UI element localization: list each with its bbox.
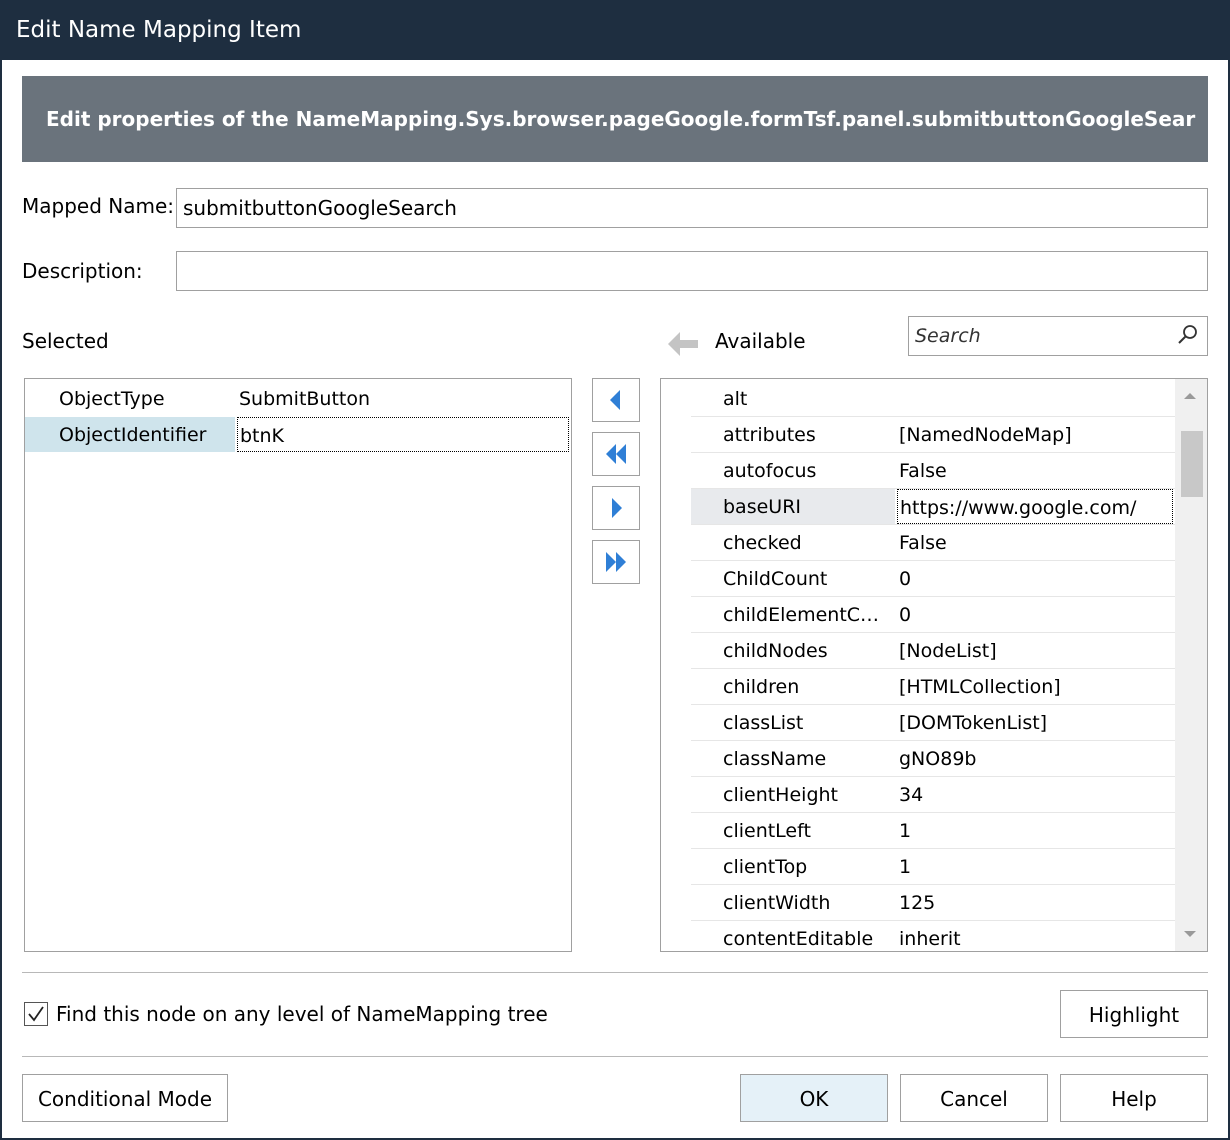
scroll-down-icon[interactable] [1184,931,1196,937]
double-triangle-left-icon [606,444,626,464]
property-name: checked [723,532,802,554]
property-name: attributes [723,424,816,446]
property-value: [NamedNodeMap] [899,424,1072,446]
checkmark-icon [28,1006,44,1022]
table-row[interactable]: clientTop 1 [661,849,1175,885]
property-name: clientWidth [723,892,831,914]
scroll-up-icon[interactable] [1184,393,1196,399]
table-row[interactable]: ObjectIdentifier btnK [25,417,571,453]
property-value: [NodeList] [899,640,997,662]
properties-banner: Edit properties of the NameMapping.Sys.b… [22,76,1208,162]
table-row[interactable]: ObjectType SubmitButton [25,381,571,417]
property-value: 0 [899,568,912,590]
property-value: [HTMLCollection] [899,676,1061,698]
property-value: 1 [899,856,912,878]
mapped-name-label-text: Mapped Name: [22,194,175,218]
property-value [897,381,1173,416]
property-name: alt [723,388,748,410]
move-all-right-button[interactable] [592,540,640,584]
available-label: Available [715,329,806,353]
help-button[interactable]: Help [1060,1074,1208,1122]
table-row[interactable]: clientLeft 1 [661,813,1175,849]
find-any-level-checkbox[interactable] [24,1002,48,1026]
property-name: className [723,748,827,770]
highlight-button[interactable]: Highlight [1060,990,1208,1038]
table-row[interactable]: contentEditable inherit [661,921,1175,951]
mapped-name-input[interactable] [176,188,1208,228]
property-name: ObjectIdentifier [25,417,235,452]
vertical-scrollbar[interactable] [1175,379,1207,951]
table-row[interactable]: className gNO89b [661,741,1175,777]
title-bar: Edit Name Mapping Item [0,0,1230,60]
table-row[interactable]: childNodes [NodeList] [661,633,1175,669]
table-row[interactable]: autofocus False [661,453,1175,489]
search-box [908,316,1208,356]
property-value: False [899,460,947,482]
table-row[interactable]: children [HTMLCollection] [661,669,1175,705]
property-value: SubmitButton [239,388,371,410]
move-left-button[interactable] [592,378,640,422]
description-label: Description: [22,259,143,283]
cancel-button[interactable]: Cancel [900,1074,1048,1122]
available-properties-grid: alt attributes [NamedNodeMap] autofocus Fals… [660,378,1208,952]
property-value: 125 [899,892,936,914]
property-value: 1 [899,820,912,842]
property-name: clientHeight [723,784,838,806]
triangle-left-icon [610,390,620,410]
table-row[interactable]: alt [661,381,1175,417]
property-value[interactable]: https://www.google.com/ [897,489,1173,524]
mapped-name-label: Mapped Name: [22,194,174,218]
property-name: ObjectType [59,388,165,410]
move-right-button[interactable] [592,486,640,530]
property-name: classList [723,712,804,734]
property-name: children [723,676,800,698]
separator [22,1056,1208,1057]
scrollbar-thumb[interactable] [1181,431,1203,497]
selected-properties-grid: ObjectType SubmitButton ObjectIdentifier… [24,378,572,952]
property-value: 34 [899,784,924,806]
triangle-right-icon [612,498,622,518]
property-value: False [899,532,947,554]
find-any-level-label[interactable]: Find this node on any level of NameMappi… [56,1002,548,1026]
table-row[interactable]: attributes [NamedNodeMap] [661,417,1175,453]
property-name: clientTop [723,856,808,878]
property-name: autofocus [723,460,817,482]
move-all-left-button[interactable] [592,432,640,476]
description-input[interactable] [176,251,1208,291]
search-input[interactable] [909,317,1159,355]
table-row[interactable]: childElementC… 0 [661,597,1175,633]
property-value: inherit [899,928,961,950]
property-name: childElementC… [723,604,880,626]
property-value: 0 [899,604,912,626]
edit-name-mapping-dialog: Edit Name Mapping Item Edit properties o… [0,0,1230,1140]
table-row[interactable]: ChildCount 0 [661,561,1175,597]
property-name: baseURI [691,489,895,524]
property-value: gNO89b [899,748,977,770]
property-value: [DOMTokenList] [899,712,1048,734]
table-row[interactable]: clientWidth 125 [661,885,1175,921]
selected-label: Selected [22,329,109,353]
table-row[interactable]: checked False [661,525,1175,561]
table-row[interactable]: clientHeight 34 [661,777,1175,813]
property-value[interactable]: btnK [237,417,569,452]
property-name: ChildCount [723,568,828,590]
table-row[interactable]: baseURI https://www.google.com/ [661,489,1175,525]
ok-button[interactable]: OK [740,1074,888,1122]
table-row[interactable]: classList [DOMTokenList] [661,705,1175,741]
property-name: clientLeft [723,820,811,842]
separator [22,972,1208,973]
property-name: childNodes [723,640,828,662]
property-name: contentEditable [723,928,874,950]
back-arrow-icon[interactable] [666,330,700,358]
conditional-mode-button[interactable]: Conditional Mode [22,1074,228,1122]
double-triangle-right-icon [606,552,626,572]
search-icon[interactable] [1177,324,1199,346]
